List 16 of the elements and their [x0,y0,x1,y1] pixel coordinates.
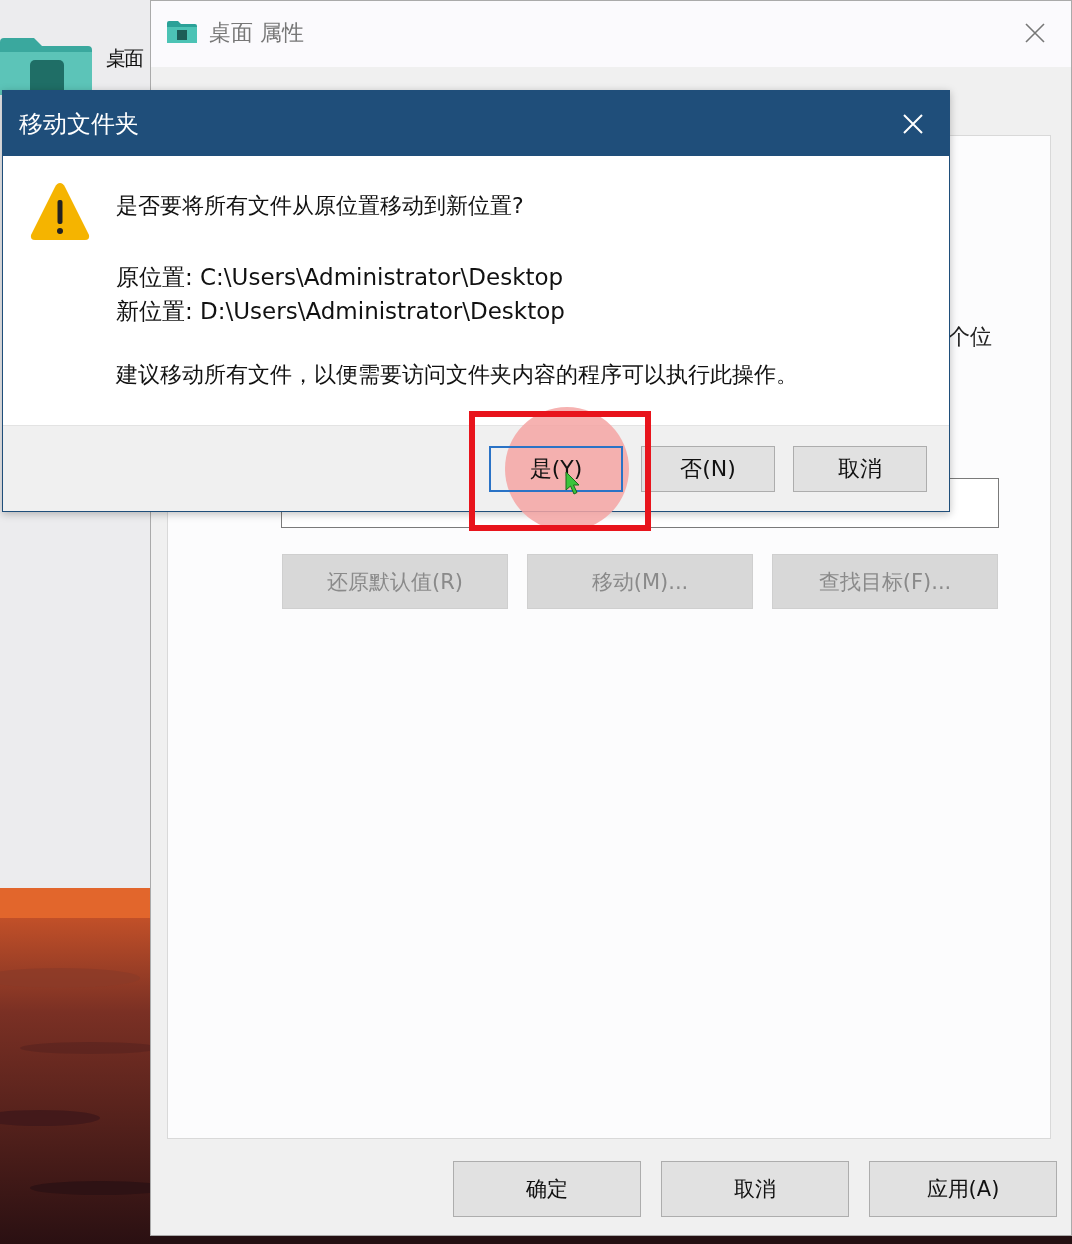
partial-text: 个位 [948,323,992,351]
window-title: 桌面 属性 [209,19,304,47]
footer-button[interactable]: 应用(A) [869,1161,1057,1217]
location-text: 新位置: D:\Users\Administrator\Desktop [116,297,566,326]
footer-button[interactable]: 确定 [453,1161,641,1217]
warning-icon [29,180,91,242]
dialog-title: 移动文件夹 [19,108,139,140]
folder-label: 桌面 [106,45,144,72]
dialog-button[interactable]: 取消 [793,446,927,492]
advice-text: 建议移动所有文件，以便需要访问文件夹内容的程序可以执行此操作。 [116,361,798,389]
location-text: 原位置: C:\Users\Administrator\Desktop [116,263,565,292]
close-icon[interactable] [1025,23,1045,43]
folder-icon [167,21,197,43]
dialog-button[interactable]: 否(N) [641,446,775,492]
question-text: 是否要将所有文件从原位置移动到新位置? [116,192,525,220]
footer-button[interactable]: 取消 [661,1161,849,1217]
